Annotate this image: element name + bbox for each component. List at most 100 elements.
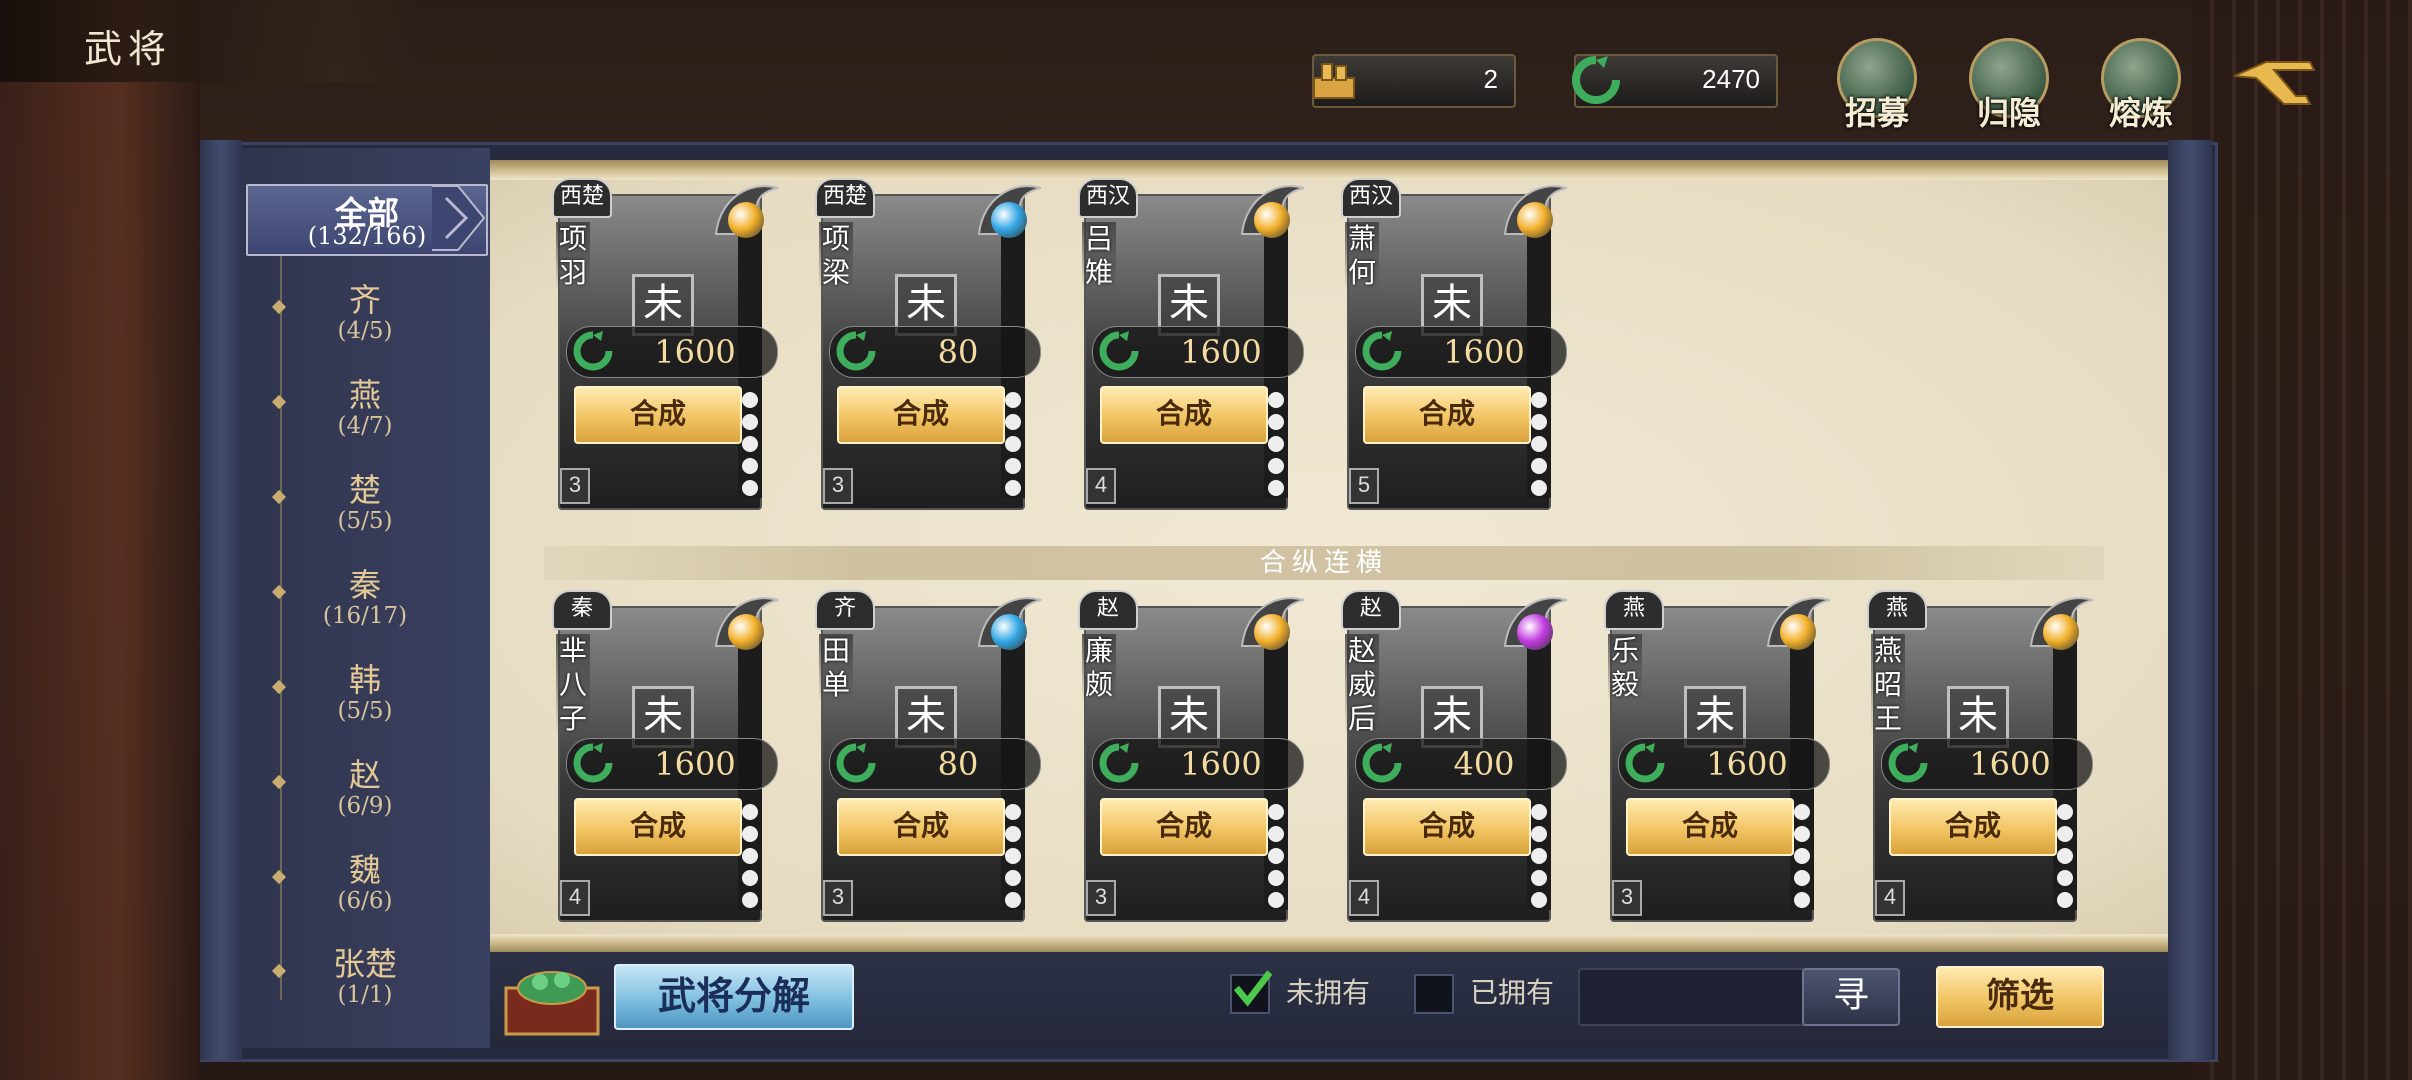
- shard-cost: 1600: [1180, 333, 1262, 371]
- decompose-button[interactable]: 武将分解: [614, 964, 854, 1030]
- hero-card[interactable]: 燕乐毅未 1600 合成 3: [1592, 590, 1832, 922]
- hero-card[interactable]: 西汉 萧何未 1600 合成 5: [1329, 178, 1569, 510]
- cost-bar: 1600: [1092, 738, 1304, 790]
- hero-name: 廉颇: [1082, 634, 1116, 702]
- background-left: [0, 0, 200, 1080]
- cost-bar: 1600: [1881, 738, 2093, 790]
- synthesize-button[interactable]: 合成: [1100, 798, 1268, 856]
- tab-label: 韩: [348, 661, 381, 699]
- section-divider: 合纵连横: [544, 546, 2104, 580]
- skill-dots: [1531, 392, 1549, 502]
- hero-name: 田单: [819, 634, 853, 702]
- filter-button[interactable]: 筛选: [1936, 966, 2104, 1028]
- tab-zhangchu[interactable]: 张楚 (1/1): [271, 945, 430, 1008]
- tab-count: (4/7): [337, 413, 393, 439]
- sidebar-line: [280, 240, 282, 1000]
- synthesize-button[interactable]: 合成: [574, 798, 742, 856]
- cost-bar: 1600: [1355, 326, 1567, 378]
- hero-name: 项羽: [556, 222, 590, 290]
- tab-arrow-icon: [432, 185, 486, 251]
- jade-coin-icon: [836, 743, 876, 783]
- synthesize-button[interactable]: 合成: [574, 386, 742, 444]
- owned-checkbox[interactable]: [1414, 974, 1454, 1014]
- tab-count: (5/5): [337, 508, 393, 534]
- skill-dots: [1005, 392, 1023, 502]
- faction-badge: 西楚: [552, 178, 612, 218]
- smelt-button[interactable]: 熔炼: [2096, 38, 2186, 133]
- rarity-orb: [728, 614, 764, 650]
- tab-yan[interactable]: 燕 (4/7): [271, 376, 430, 439]
- hero-card[interactable]: 秦芈八子未 1600 合成 4: [540, 590, 780, 922]
- recruit-button[interactable]: 招募: [1832, 38, 1922, 133]
- tab-han[interactable]: 韩 (5/5): [271, 661, 430, 724]
- title-bar: 武将: [0, 0, 420, 82]
- hero-card[interactable]: 西楚 项羽未 1600 合成 3: [540, 178, 780, 510]
- jade-coin-icon: [1099, 331, 1139, 371]
- star-level: 4: [560, 880, 590, 916]
- jade-currency: 2470: [1572, 54, 1778, 108]
- not-owned-checkbox[interactable]: [1230, 970, 1272, 1014]
- tab-label: 张楚: [332, 945, 397, 983]
- retire-button[interactable]: 归隐: [1964, 38, 2054, 133]
- tab-label: 燕: [348, 376, 381, 414]
- panel-edge-right: [2168, 140, 2212, 1060]
- retire-label: 归隐: [1976, 94, 2041, 132]
- tab-label: 秦: [348, 566, 381, 604]
- jade-coin-icon: [1099, 743, 1139, 783]
- synthesize-button[interactable]: 合成: [1100, 386, 1268, 444]
- hero-card[interactable]: 西楚 项梁未 80 合成 3: [803, 178, 1043, 510]
- star-level: 4: [1349, 880, 1379, 916]
- synthesize-button[interactable]: 合成: [837, 798, 1005, 856]
- cost-bar: 80: [829, 738, 1041, 790]
- tab-qin[interactable]: 秦 (16/17): [271, 566, 430, 629]
- star-level: 3: [560, 468, 590, 504]
- synthesize-button[interactable]: 合成: [837, 386, 1005, 444]
- synthesize-button[interactable]: 合成: [1363, 798, 1531, 856]
- hero-name: 萧何: [1345, 222, 1379, 290]
- synthesize-button[interactable]: 合成: [1363, 386, 1531, 444]
- skill-dots: [1268, 804, 1286, 914]
- hero-card[interactable]: 赵赵威后未 400 合成 4: [1329, 590, 1569, 922]
- faction-badge: 西楚: [815, 178, 875, 218]
- tab-count: (4/5): [337, 318, 393, 344]
- shard-cost: 1600: [1706, 745, 1788, 783]
- shard-cost: 1600: [1443, 333, 1525, 371]
- synthesize-button[interactable]: 合成: [1889, 798, 2057, 856]
- tab-count: (16/17): [322, 603, 408, 629]
- hero-card[interactable]: 西汉 吕雉未 1600 合成 4: [1066, 178, 1306, 510]
- tab-zhao[interactable]: 赵 (6/9): [271, 757, 430, 819]
- rarity-orb: [991, 614, 1027, 650]
- scroll-bottom-border: [490, 934, 2168, 952]
- cost-bar: 400: [1355, 738, 1567, 790]
- shard-cost: 80: [937, 333, 979, 371]
- tab-qi[interactable]: 齐 (4/5): [271, 282, 430, 344]
- jade-coin-icon: [1625, 743, 1665, 783]
- star-level: 5: [1349, 468, 1379, 504]
- skill-dots: [1268, 392, 1286, 502]
- jade-coin-icon: [1362, 331, 1402, 371]
- synthesize-button[interactable]: 合成: [1626, 798, 1794, 856]
- hero-card[interactable]: 燕燕昭王未 1600 合成 4: [1855, 590, 2095, 922]
- hero-card[interactable]: 赵廉颇未 1600 合成 3: [1066, 590, 1306, 922]
- hero-card[interactable]: 齐田单未 80 合成 3: [803, 590, 1043, 922]
- tab-wei[interactable]: 魏 (6/6): [271, 852, 430, 914]
- search-input[interactable]: [1578, 968, 1808, 1026]
- tab-chu[interactable]: 楚 (5/5): [271, 472, 430, 534]
- rarity-orb: [1517, 614, 1553, 650]
- jade-coin-icon: [1572, 56, 1620, 104]
- shard-cost: 1600: [1969, 745, 2051, 783]
- search-button[interactable]: 寻: [1802, 968, 1900, 1026]
- gold-ingot-icon: [1313, 63, 1355, 99]
- gold-amount: 2: [1483, 64, 1498, 94]
- star-level: 3: [1612, 880, 1642, 916]
- star-level: 3: [823, 468, 853, 504]
- hero-name: 燕昭王: [1871, 634, 1905, 736]
- back-arrow-icon[interactable]: [2226, 56, 2318, 112]
- hero-name: 芈八子: [556, 634, 590, 736]
- faction-badge: 秦: [552, 590, 612, 630]
- rarity-orb: [1517, 202, 1553, 238]
- cost-bar: 1600: [1618, 738, 1830, 790]
- skill-dots: [1005, 804, 1023, 914]
- skill-dots: [742, 392, 760, 502]
- star-level: 3: [823, 880, 853, 916]
